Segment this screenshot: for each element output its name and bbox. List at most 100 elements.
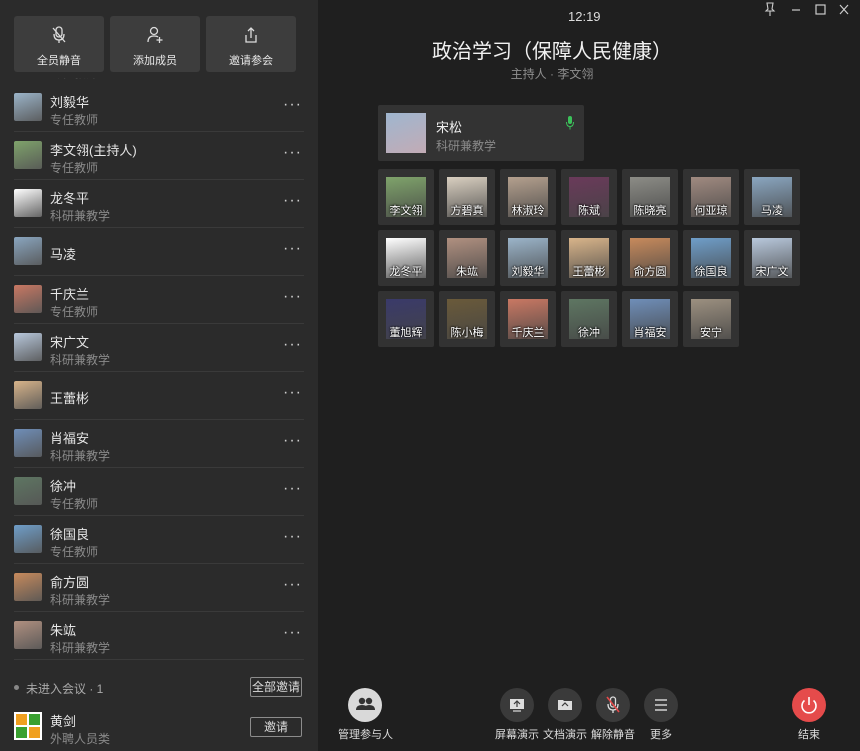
member-row[interactable]: 肖福安 科研兼教学 ··· — [14, 420, 304, 468]
invite-single-button[interactable]: 邀请 — [250, 717, 302, 737]
more-options-icon[interactable]: ··· — [283, 528, 302, 546]
active-speaker-card[interactable]: 宋松 科研兼教学 — [378, 105, 584, 161]
member-name: 俞方圆 — [50, 575, 90, 590]
mute-all-label: 全员静音 — [37, 55, 81, 67]
more-options-icon[interactable]: ··· — [283, 144, 302, 162]
participant-name: 陈小梅 — [450, 327, 484, 339]
not-joined-label: 未进入会议 · 1 — [26, 682, 104, 696]
unmute-button[interactable]: 解除静音 — [590, 688, 636, 742]
participant-name: 董旭辉 — [389, 327, 423, 339]
meeting-main: 12:19 政治学习（保障人民健康） 主持人 · 李文翎 宋松 科研兼教学 李文… — [318, 0, 860, 751]
mute-all-button[interactable]: 全员静音 — [14, 16, 104, 72]
member-row[interactable]: 龙冬平科研兼教学 ··· — [14, 180, 304, 228]
more-options-icon[interactable]: ··· — [283, 480, 302, 498]
participant-sidebar: 专任教师 全员静音 添加成员 — [0, 0, 318, 751]
avatar — [14, 333, 42, 361]
participant-tile[interactable]: 陈小梅 — [439, 291, 495, 347]
participant-name: 龙冬平 — [389, 266, 423, 278]
participant-tile[interactable]: 方碧真 — [439, 169, 495, 225]
pin-icon[interactable] — [758, 0, 782, 20]
people-icon — [356, 697, 375, 710]
more-button[interactable]: 更多 — [638, 688, 684, 742]
more-options-icon[interactable]: ··· — [283, 240, 302, 258]
participant-tile[interactable]: 董旭辉 — [378, 291, 434, 347]
participant-tile[interactable]: 陈晓亮 — [622, 169, 678, 225]
member-row[interactable]: 俞方圆 科研兼教学 ··· — [14, 564, 304, 612]
manage-label: 管理参与人 — [338, 729, 393, 741]
member-row[interactable]: 马凌 ··· — [14, 228, 304, 276]
participant-tile[interactable]: 安宁 — [683, 291, 739, 347]
menu-icon — [655, 699, 667, 711]
invite-label: 邀请参会 — [229, 55, 273, 67]
member-role: 科研兼教学 — [50, 353, 111, 367]
member-row[interactable]: 徐国良 专任教师 ··· — [14, 516, 304, 564]
more-options-icon[interactable]: ··· — [283, 432, 302, 450]
participant-tile[interactable]: 徐冲 — [561, 291, 617, 347]
more-options-icon[interactable]: ··· — [283, 576, 302, 594]
member-row[interactable]: 刘毅华 专任教师 ··· — [14, 84, 304, 132]
end-meeting-button[interactable]: 结束 — [786, 688, 832, 742]
more-options-icon[interactable]: ··· — [283, 624, 302, 642]
participant-tile[interactable]: 宋广文 — [744, 230, 800, 286]
minimize-icon[interactable] — [784, 0, 808, 20]
more-options-icon[interactable]: ··· — [283, 288, 302, 306]
speaker-name: 宋松 — [436, 120, 463, 135]
not-joined-section: 未进入会议 · 1 全部邀请 — [14, 677, 304, 697]
add-member-button[interactable]: 添加成员 — [110, 16, 200, 72]
more-options-icon[interactable]: ··· — [283, 96, 302, 114]
participant-tile[interactable]: 俞方圆 — [622, 230, 678, 286]
invite-all-button[interactable]: 全部邀请 — [250, 677, 302, 697]
top-action-bar: 全员静音 添加成员 邀请参会 — [0, 0, 318, 78]
participant-tile[interactable]: 林淑玲 — [500, 169, 556, 225]
add-member-label: 添加成员 — [133, 55, 177, 67]
member-row[interactable]: 朱竑 科研兼教学 ··· — [14, 612, 304, 660]
participant-tile[interactable]: 徐国良 — [683, 230, 739, 286]
unmute-label: 解除静音 — [591, 729, 635, 741]
close-icon[interactable] — [832, 0, 856, 20]
participant-tile[interactable]: 马凌 — [744, 169, 800, 225]
participant-name: 王蕾彬 — [572, 266, 606, 278]
member-row[interactable]: 王蕾彬 ··· — [14, 372, 304, 420]
avatar — [14, 93, 42, 121]
manage-participants-button[interactable]: 管理参与人 — [338, 688, 393, 742]
invite-button[interactable]: 邀请参会 — [206, 16, 296, 72]
member-row[interactable]: 李文翎(主持人) 专任教师 ··· — [14, 132, 304, 180]
member-role: 科研兼教学 — [50, 209, 111, 223]
screen-share-button[interactable]: 屏幕演示 — [494, 688, 540, 742]
participant-tile[interactable]: 刘毅华 — [500, 230, 556, 286]
participant-tile[interactable]: 肖福安 — [622, 291, 678, 347]
member-row[interactable]: 徐冲 专任教师 ··· — [14, 468, 304, 516]
more-options-icon[interactable]: ··· — [283, 336, 302, 354]
member-row[interactable]: 宋广文 科研兼教学 ··· — [14, 324, 304, 372]
participant-name: 俞方圆 — [633, 266, 667, 278]
participant-name: 马凌 — [761, 205, 783, 217]
participant-name: 朱竑 — [456, 266, 478, 278]
participant-tile[interactable]: 李文翎 — [378, 169, 434, 225]
member-role: 专任教师 — [50, 161, 99, 175]
avatar — [14, 237, 42, 265]
participant-name: 李文翎 — [389, 205, 423, 217]
participant-name: 陈斌 — [578, 205, 600, 217]
participant-tile[interactable]: 陈斌 — [561, 169, 617, 225]
member-name: 龙冬平 — [50, 191, 90, 206]
doc-share-button[interactable]: 文档演示 — [542, 688, 588, 742]
more-options-icon[interactable]: ··· — [283, 384, 302, 402]
member-name: 千庆兰 — [50, 287, 90, 302]
speaker-role: 科研兼教学 — [436, 139, 497, 153]
avatar — [14, 381, 42, 409]
more-label: 更多 — [650, 729, 672, 741]
participant-tile[interactable]: 朱竑 — [439, 230, 495, 286]
maximize-icon[interactable] — [808, 0, 832, 20]
participant-tile[interactable]: 千庆兰 — [500, 291, 556, 347]
end-label: 结束 — [798, 729, 820, 741]
member-list: 刘毅华 专任教师 ··· 李文翎(主持人) 专任教师 ··· 龙冬平 科研兼教学 ··· 马凌 ··… — [0, 84, 318, 660]
mic-active-icon — [566, 116, 574, 130]
avatar — [14, 477, 42, 505]
more-options-icon[interactable]: ··· — [283, 192, 302, 210]
participant-tile[interactable]: 王蕾彬 — [561, 230, 617, 286]
avatar — [14, 712, 42, 740]
member-role: 专任教师 — [50, 545, 99, 559]
participant-tile[interactable]: 龙冬平 — [378, 230, 434, 286]
participant-tile[interactable]: 何亚琼 — [683, 169, 739, 225]
member-row[interactable]: 千庆兰 专任教师 ··· — [14, 276, 304, 324]
